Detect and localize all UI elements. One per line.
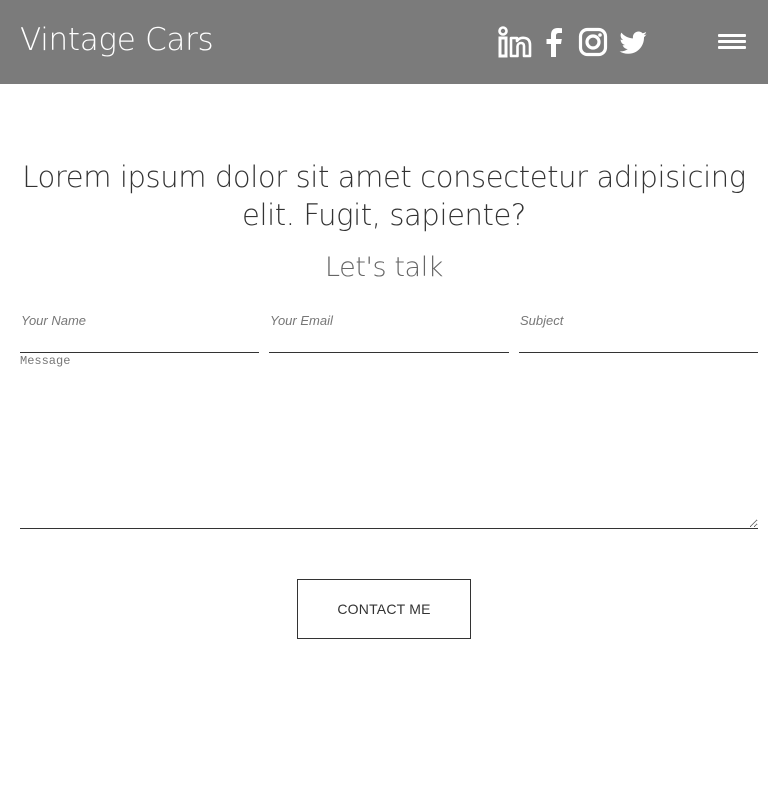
menu-line bbox=[718, 46, 746, 49]
contact-me-button[interactable]: CONTACT ME bbox=[297, 579, 471, 639]
instagram-icon[interactable] bbox=[578, 26, 608, 58]
name-field[interactable] bbox=[20, 306, 259, 353]
email-field[interactable] bbox=[269, 306, 509, 353]
twitter-icon[interactable] bbox=[618, 26, 648, 58]
lets-talk-heading: Let's talk bbox=[324, 252, 444, 283]
menu-line bbox=[718, 34, 746, 37]
hamburger-menu-icon[interactable] bbox=[718, 34, 746, 50]
message-field[interactable] bbox=[20, 353, 758, 529]
page-headline: Lorem ipsum dolor sit amet consectetur a… bbox=[22, 160, 746, 232]
site-header: Vintage Cars bbox=[0, 0, 768, 84]
facebook-icon[interactable] bbox=[543, 26, 565, 58]
menu-line bbox=[718, 40, 746, 43]
linkedin-icon[interactable] bbox=[498, 26, 532, 58]
subject-field[interactable] bbox=[519, 306, 758, 353]
site-title[interactable]: Vintage Cars bbox=[20, 22, 214, 58]
